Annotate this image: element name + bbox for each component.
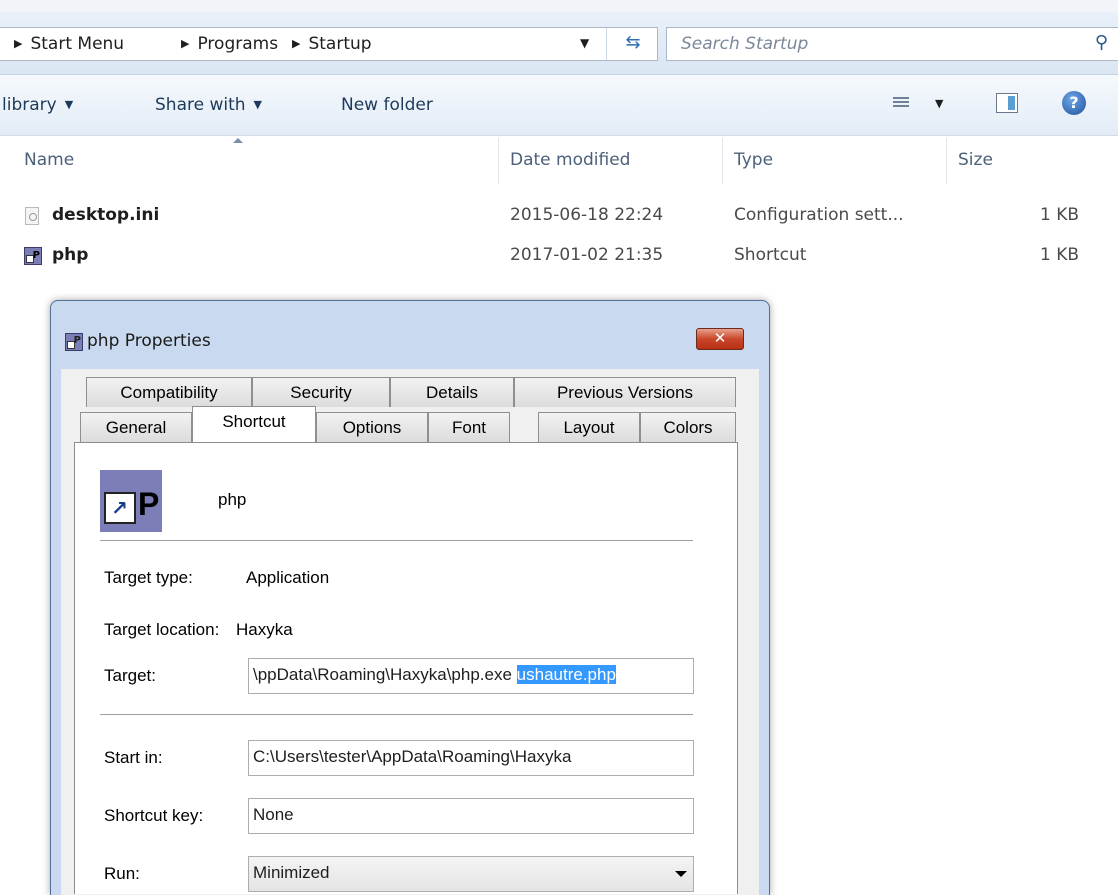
file-name: php <box>52 245 89 265</box>
target-selected-text: ushautre.php <box>516 665 616 684</box>
target-value: \ppData\Roaming\Haxyka\php.exe <box>253 665 517 684</box>
breadcrumb-arrow-icon[interactable]: ▶ <box>181 37 189 50</box>
column-divider[interactable] <box>498 138 499 184</box>
address-bar[interactable]: ▶ Start Menu ▶ Programs ▶ Startup ▼ ⇆ <box>0 27 658 61</box>
tab-shortcut[interactable]: Shortcut <box>192 406 316 442</box>
target-type-label: Target type: <box>104 568 193 587</box>
chevron-down-icon: ▼ <box>64 98 74 111</box>
file-date: 2015-06-18 22:24 <box>510 205 664 225</box>
shortcut-name: php <box>218 490 247 509</box>
window-top-edge <box>0 0 1118 12</box>
column-header-type[interactable]: Type <box>734 150 773 170</box>
target-location-value: Haxyka <box>236 620 293 639</box>
search-icon[interactable]: ⚲ <box>1095 32 1108 53</box>
share-with-button[interactable]: Share with ▼ <box>155 95 262 115</box>
tab-colors[interactable]: Colors <box>640 412 736 442</box>
tab-layout[interactable]: Layout <box>538 412 640 442</box>
tab-font[interactable]: Font <box>428 412 510 442</box>
php-shortcut-large-icon: ↗ P <box>100 470 162 532</box>
column-divider[interactable] <box>946 138 947 184</box>
file-row[interactable]: P php 2017-01-02 21:35 Shortcut 1 KB <box>0 241 1118 271</box>
tab-previous-versions[interactable]: Previous Versions <box>514 377 736 407</box>
file-size: 1 KB <box>1040 205 1080 225</box>
chevron-down-icon: ▼ <box>253 98 262 111</box>
column-header-name[interactable]: Name <box>24 150 74 170</box>
breadcrumb-item-startup[interactable]: ▶ Startup <box>292 34 372 54</box>
help-icon[interactable]: ? <box>1062 91 1086 115</box>
tab-general[interactable]: General <box>80 412 192 442</box>
file-name: desktop.ini <box>52 205 160 225</box>
settings-file-icon <box>25 207 39 225</box>
view-options-icon[interactable] <box>893 95 909 111</box>
view-dropdown-icon[interactable]: ▼ <box>935 97 943 110</box>
start-in-label: Start in: <box>104 748 163 767</box>
target-field[interactable]: \ppData\Roaming\Haxyka\php.exe ushautre.… <box>248 658 694 694</box>
new-folder-button[interactable]: New folder <box>341 95 433 115</box>
include-in-library-button[interactable]: library ▼ <box>2 95 73 115</box>
php-shortcut-icon: P <box>24 247 42 265</box>
command-bar: library ▼ Share with ▼ New folder ▼ ? <box>0 75 1118 136</box>
sort-ascending-icon <box>233 138 243 143</box>
tab-compatibility[interactable]: Compatibility <box>86 377 252 407</box>
target-label: Target: <box>104 666 156 685</box>
file-size: 1 KB <box>1040 245 1080 265</box>
tab-details[interactable]: Details <box>390 377 514 407</box>
divider <box>100 714 693 716</box>
target-type-value: Application <box>246 568 330 587</box>
column-header-date-modified[interactable]: Date modified <box>510 150 630 170</box>
search-input[interactable]: Search Startup ⚲ <box>666 27 1118 61</box>
divider <box>100 540 693 542</box>
file-date: 2017-01-02 21:35 <box>510 245 664 265</box>
refresh-icon[interactable]: ⇆ <box>606 28 659 60</box>
file-type: Configuration sett... <box>734 205 904 225</box>
target-location-label: Target location: <box>104 620 220 639</box>
breadcrumb-item-programs[interactable]: ▶ Programs <box>181 34 278 54</box>
file-type: Shortcut <box>734 245 807 265</box>
tab-security[interactable]: Security <box>252 377 390 407</box>
breadcrumb-arrow-icon[interactable]: ▶ <box>292 37 300 50</box>
shortcut-key-field[interactable]: None <box>248 798 694 834</box>
chevron-down-icon[interactable] <box>675 871 687 877</box>
run-select[interactable]: Minimized <box>248 856 694 892</box>
tab-options[interactable]: Options <box>316 412 428 442</box>
search-placeholder: Search Startup <box>681 34 809 54</box>
address-row: ▶ Start Menu ▶ Programs ▶ Startup ▼ ⇆ Searc… <box>0 12 1118 75</box>
breadcrumb-item-start-menu[interactable]: ▶ Start Menu <box>14 34 124 54</box>
run-label: Run: <box>104 864 140 883</box>
run-selected-value: Minimized <box>253 863 330 882</box>
start-in-field[interactable]: C:\Users\tester\AppData\Roaming\Haxyka <box>248 740 694 776</box>
address-history-dropdown-icon[interactable]: ▼ <box>580 36 589 50</box>
column-header-size[interactable]: Size <box>958 150 993 170</box>
dialog-title: php Properties <box>87 331 211 351</box>
column-divider[interactable] <box>722 138 723 184</box>
file-row[interactable]: desktop.ini 2015-06-18 22:24 Configurati… <box>0 201 1118 231</box>
shortcut-key-label: Shortcut key: <box>104 806 204 825</box>
close-button[interactable]: ✕ <box>696 328 744 350</box>
preview-pane-icon[interactable] <box>996 93 1018 113</box>
php-shortcut-icon: P <box>65 333 83 351</box>
breadcrumb-arrow-icon[interactable]: ▶ <box>14 37 22 50</box>
